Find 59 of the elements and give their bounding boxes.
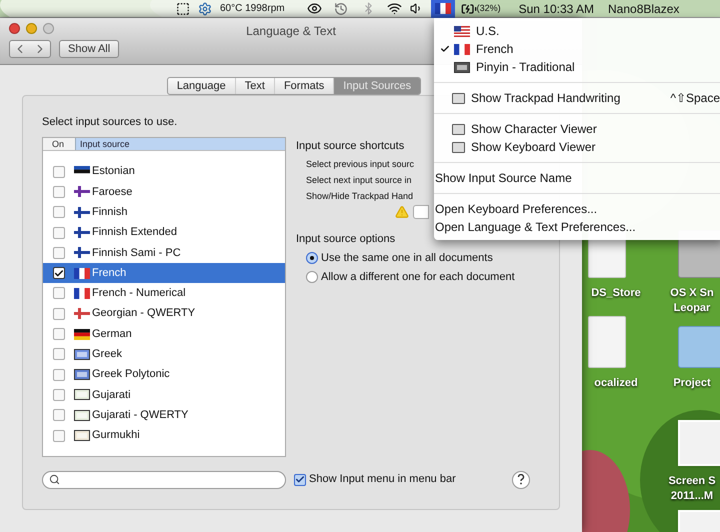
shortcut-label: Select next input source in	[306, 174, 412, 187]
input-source-name: Faroese	[92, 184, 132, 200]
input-source-name: Finnish Sami - PC	[92, 246, 181, 261]
window-title: Language & Text	[246, 23, 336, 40]
input-source-name: Estonian	[92, 164, 135, 180]
input-source-row[interactable]: Faroese	[43, 182, 285, 202]
temperature-reading[interactable]: 60°C 1998rpm	[220, 1, 285, 16]
input-source-name: Georgian - QWERTY	[92, 306, 196, 322]
input-source-row[interactable]: Greek	[43, 344, 285, 364]
radio-label: Allow a different one for each document	[321, 270, 515, 285]
shortcut-label: Show/Hide Trackpad Hand	[306, 190, 414, 203]
shortcut-label: Select previous input sourc	[306, 158, 414, 171]
input-source-row[interactable]: Finnish Sami - PC	[43, 242, 285, 263]
input-source-row[interactable]: Finnish	[43, 202, 285, 222]
file-name-label[interactable]: Screen S	[668, 474, 716, 489]
menu-item[interactable]: Show Character Viewer	[434, 120, 720, 138]
input-source-name: French	[92, 266, 126, 281]
menu-clock[interactable]: Sun 10:33 AM	[518, 0, 594, 18]
input-source-row[interactable]: Greek Polytonic	[43, 364, 285, 385]
menu-item[interactable]: Show Keyboard Viewer	[434, 138, 720, 156]
user-name[interactable]: Nano8Blazex	[608, 0, 680, 18]
show-all-button[interactable]: Show All	[59, 40, 120, 58]
input-source-row[interactable]: French	[43, 262, 285, 284]
tab[interactable]: Text	[234, 78, 274, 94]
input-source-row[interactable]: Gurmukhi	[43, 425, 285, 446]
input-source-name: Greek Polytonic	[92, 367, 170, 382]
radio-label: Use the same one in all documents	[321, 250, 493, 266]
column-header[interactable]: Input source	[75, 138, 285, 150]
menu-item[interactable]: Show Trackpad Handwriting ^⇧Space	[434, 89, 720, 107]
battery-percentage[interactable]: (32%)	[476, 2, 501, 16]
input-source-name: German	[92, 326, 132, 342]
input-source-name: Gurmukhi	[92, 428, 140, 444]
input-source-name: Finnish	[92, 204, 128, 220]
menu-item[interactable]: Pinyin - Traditional	[434, 58, 720, 76]
keyboard-shortcut: ^⇧Space	[670, 90, 720, 107]
section-heading: Input source options	[296, 232, 396, 247]
input-source-row[interactable]: French - Numerical	[43, 283, 285, 304]
column-header[interactable]: On	[43, 138, 75, 150]
menu-item[interactable]: Open Keyboard Preferences...	[434, 200, 720, 218]
instruction-text: Select input sources to use.	[42, 115, 178, 130]
input-source-name: Gujarati - QWERTY	[92, 408, 188, 423]
input-source-name: Greek	[92, 347, 122, 362]
checkbox-label: Show Input menu in menu bar	[309, 472, 456, 488]
input-source-row[interactable]: Finnish Extended	[43, 222, 285, 243]
menu-item[interactable]: Open Language & Text Preferences...	[434, 218, 720, 236]
input-source-row[interactable]: Estonian	[43, 162, 285, 182]
section-heading: Input source shortcuts	[296, 138, 404, 154]
input-source-name: Gujarati	[92, 388, 131, 403]
input-source-row[interactable]: Georgian - QWERTY	[43, 304, 285, 324]
input-source-name: Finnish Extended	[92, 225, 177, 240]
menu-item[interactable]: Show Input Source Name	[434, 169, 720, 187]
input-source-row[interactable]: Gujarati	[43, 384, 285, 406]
menu-item[interactable]: French	[434, 40, 720, 58]
input-source-name: French - Numerical	[92, 286, 186, 302]
menu-item[interactable]: U.S.	[434, 22, 720, 40]
input-source-row[interactable]: German	[43, 324, 285, 344]
file-name-label[interactable]: 2011...M	[670, 489, 714, 504]
tab[interactable]: Language	[168, 78, 235, 94]
input-source-row[interactable]: Gujarati - QWERTY	[43, 405, 285, 426]
